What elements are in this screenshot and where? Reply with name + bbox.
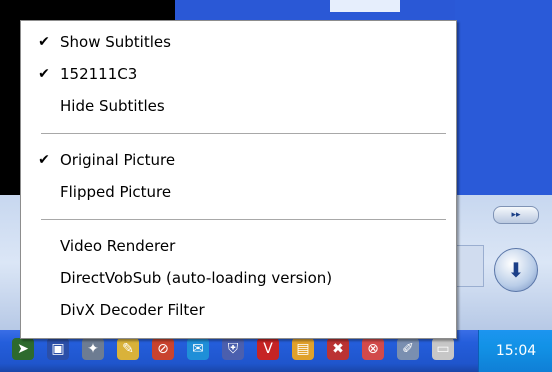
menu-item-label: Original Picture: [60, 151, 176, 169]
desktop-background-right: [455, 0, 552, 200]
pencil-icon[interactable]: ✐: [397, 338, 419, 360]
window-fragment: [330, 0, 400, 12]
security-alert-icon[interactable]: ⊗: [362, 338, 384, 360]
satellite-icon[interactable]: ✦: [82, 338, 104, 360]
folder-icon[interactable]: ▤: [292, 338, 314, 360]
feather-icon[interactable]: ✎: [117, 338, 139, 360]
checkmark-icon: [35, 231, 53, 261]
network-error-icon[interactable]: ✖: [327, 338, 349, 360]
checkmark-icon: [35, 177, 53, 207]
menu-item-label: Video Renderer: [60, 237, 176, 255]
menu-item-label: DirectVobSub (auto-loading version): [60, 269, 333, 287]
menu-item-label: Show Subtitles: [60, 33, 171, 51]
menu-item-label: Flipped Picture: [60, 183, 172, 201]
messenger-icon[interactable]: ✉: [187, 338, 209, 360]
checkmark-icon: ✔: [38, 152, 50, 168]
menu-item[interactable]: ✔ Original Picture: [21, 145, 456, 175]
menu-item[interactable]: Video Renderer: [21, 231, 456, 261]
checkmark-icon: [35, 263, 53, 293]
checkmark-icon: ✔: [38, 34, 50, 50]
menu-separator: [41, 219, 446, 221]
checkmark-icon: ✔: [38, 66, 50, 82]
antivirus-icon[interactable]: V: [257, 338, 279, 360]
menu-item[interactable]: DirectVobSub (auto-loading version): [21, 263, 456, 293]
menu-item[interactable]: ✔ 152111C3: [21, 59, 456, 89]
menu-item[interactable]: DivX Decoder Filter: [21, 295, 456, 325]
menu-item-label: Hide Subtitles: [60, 97, 165, 115]
display-icon[interactable]: ▭: [432, 338, 454, 360]
menu-item[interactable]: Flipped Picture: [21, 177, 456, 207]
checkmark-icon: [35, 91, 53, 121]
blocked-icon[interactable]: ⊘: [152, 338, 174, 360]
menu-separator: [41, 133, 446, 135]
shield-icon[interactable]: ⛨: [222, 338, 244, 360]
player-round-button[interactable]: ⬇: [494, 248, 538, 292]
context-menu: ✔ Show Subtitles ✔ 152111C3 Hide Subtitles ✔ O…: [20, 20, 457, 339]
fast-forward-button[interactable]: ▸▸: [493, 206, 539, 224]
checkmark-icon: [35, 295, 53, 325]
menu-item-label: 152111C3: [60, 65, 138, 83]
arrow-icon[interactable]: ➤: [12, 338, 34, 360]
taskbar-clock[interactable]: 15:04: [478, 330, 552, 372]
monitor-icon[interactable]: ▣: [47, 338, 69, 360]
menu-item-label: DivX Decoder Filter: [60, 301, 205, 319]
menu-item[interactable]: Hide Subtitles: [21, 91, 456, 121]
menu-item[interactable]: ✔ Show Subtitles: [21, 27, 456, 57]
download-arrow-icon: ⬇: [507, 258, 525, 282]
